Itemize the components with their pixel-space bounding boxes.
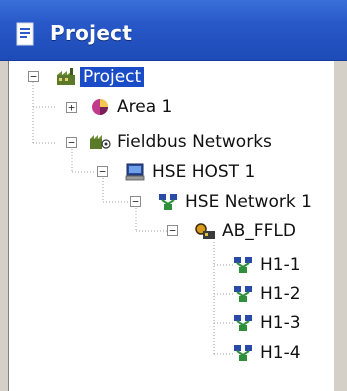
collapse-toggle-hse-host-1[interactable]: − [97, 166, 108, 177]
computer-host-icon [125, 163, 145, 181]
tree-node-h1-2[interactable]: H1-2 [232, 281, 301, 307]
tree-node-label: H1-3 [260, 313, 301, 333]
network-icon [159, 194, 177, 210]
fieldbus-networks-icon [90, 135, 111, 149]
expand-toggle-area-1[interactable]: + [66, 102, 77, 113]
tree-node-label: H1-2 [260, 284, 301, 304]
network-icon [234, 286, 252, 302]
tree-node-label: H1-4 [260, 343, 301, 363]
tree-node-h1-4[interactable]: H1-4 [232, 340, 301, 366]
tree-node-label: H1-1 [260, 255, 301, 275]
tree-node-label: Area 1 [117, 97, 173, 117]
tree-node-area-1[interactable]: Area 1 [89, 94, 172, 120]
tree-node-label: Project [80, 67, 145, 87]
tree-node-label: Fieldbus Networks [117, 132, 272, 152]
tree-node-h1-3[interactable]: H1-3 [232, 310, 301, 336]
window-right-border [334, 61, 347, 391]
network-icon [234, 257, 252, 273]
collapse-toggle-hse-network-1[interactable]: − [130, 196, 141, 207]
project-window: Project − Project + Area 1 − Fieldbus Ne… [0, 0, 347, 391]
tree-node-ab-ffld[interactable]: AB_FFLD [194, 218, 296, 244]
project-document-icon [16, 22, 34, 46]
project-tree[interactable]: − Project + Area 1 − Fieldbus Networks −… [8, 61, 335, 391]
collapse-toggle-ab-ffld[interactable]: − [167, 225, 178, 236]
tree-node-label: AB_FFLD [222, 221, 296, 241]
window-title: Project [50, 21, 133, 45]
collapse-toggle-project[interactable]: − [28, 71, 39, 82]
area-pie-icon [92, 99, 108, 115]
linking-device-icon [195, 223, 215, 239]
tree-node-fieldbus-networks[interactable]: Fieldbus Networks [89, 129, 272, 155]
tree-node-label: HSE Network 1 [185, 192, 312, 212]
project-factory-icon [57, 68, 75, 85]
tree-node-hse-host-1[interactable]: HSE HOST 1 [124, 159, 255, 185]
network-icon [234, 345, 252, 361]
network-icon [234, 315, 252, 331]
title-bar: Project [0, 0, 347, 61]
tree-node-h1-1[interactable]: H1-1 [232, 252, 301, 278]
collapse-toggle-fieldbus-networks[interactable]: − [66, 137, 77, 148]
tree-node-label: HSE HOST 1 [152, 162, 256, 182]
tree-node-hse-network-1[interactable]: HSE Network 1 [157, 189, 312, 215]
tree-node-project[interactable]: Project [55, 64, 145, 90]
